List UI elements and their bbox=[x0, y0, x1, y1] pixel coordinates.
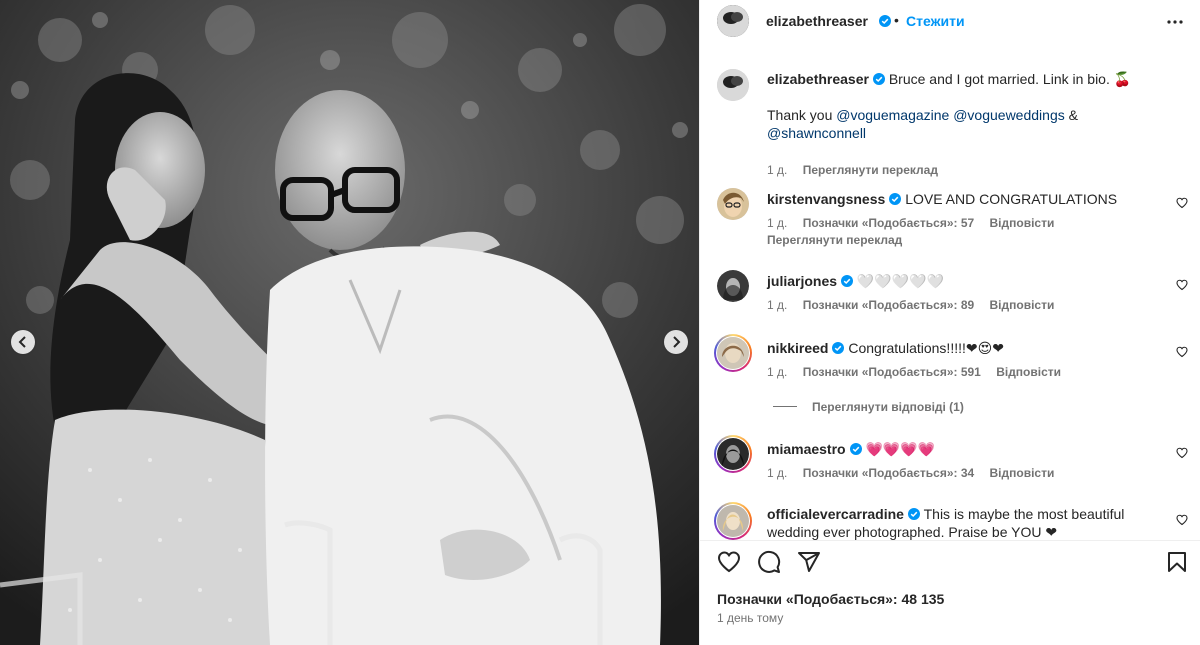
comment-text: Congratulations!!!!!❤😍❤ bbox=[848, 340, 1004, 356]
caption-thanks: Thank you bbox=[767, 107, 833, 123]
caption-meta: 1 д. Переглянути переклад bbox=[767, 163, 938, 177]
mention-vogueweddings[interactable]: @vogueweddings bbox=[953, 107, 1065, 123]
commenter-avatar[interactable] bbox=[717, 438, 749, 470]
verified-icon bbox=[849, 443, 862, 455]
story-ring[interactable] bbox=[714, 435, 752, 473]
story-ring[interactable] bbox=[714, 334, 752, 372]
likes-count[interactable]: Позначки «Подобається»: 48 135 bbox=[717, 591, 944, 607]
view-replies-link[interactable]: Переглянути відповіді (1) bbox=[812, 400, 964, 414]
reply-button[interactable]: Відповісти bbox=[990, 216, 1055, 230]
post-time[interactable]: 1 день тому bbox=[717, 611, 783, 625]
comments-section[interactable]: elizabethreaser Bruce and I got married.… bbox=[700, 55, 1200, 540]
commenter-avatar[interactable] bbox=[717, 188, 749, 220]
author-avatar[interactable] bbox=[717, 5, 749, 37]
author-avatar-small[interactable] bbox=[717, 69, 749, 101]
comment-username[interactable]: juliarjones bbox=[767, 273, 837, 289]
heart-icon[interactable] bbox=[1176, 197, 1188, 209]
comment-likes[interactable]: Позначки «Подобається»: 34 bbox=[803, 466, 974, 480]
heart-icon[interactable] bbox=[1176, 279, 1188, 291]
caption-text: elizabethreaser Bruce and I got married.… bbox=[767, 70, 1159, 142]
heart-icon[interactable] bbox=[1176, 346, 1188, 358]
verified-icon bbox=[841, 275, 854, 287]
replies-divider bbox=[773, 406, 797, 407]
commenter-avatar[interactable] bbox=[717, 270, 749, 302]
caption-time: 1 д. bbox=[767, 163, 788, 177]
post-actions: Позначки «Подобається»: 48 135 1 день то… bbox=[700, 540, 1200, 645]
verified-icon bbox=[872, 73, 885, 85]
comment-time: 1 д. bbox=[767, 365, 788, 379]
comment-icon[interactable] bbox=[757, 550, 781, 574]
comment-text: LOVE AND CONGRATULATIONS bbox=[905, 191, 1118, 207]
comment-text: 💗💗💗💗 bbox=[865, 441, 936, 457]
comment-username[interactable]: officialevercarradine bbox=[767, 506, 904, 522]
comment-username[interactable]: miamaestro bbox=[767, 441, 846, 457]
heart-icon[interactable] bbox=[1176, 447, 1188, 459]
comment-username[interactable]: kirstenvangsness bbox=[767, 191, 885, 207]
commenter-avatar[interactable] bbox=[717, 337, 749, 369]
story-ring[interactable] bbox=[714, 502, 752, 540]
comment-likes[interactable]: Позначки «Подобається»: 57 bbox=[803, 216, 974, 230]
chevron-right-icon bbox=[673, 336, 681, 348]
verified-icon bbox=[889, 193, 902, 205]
more-icon[interactable] bbox=[1165, 12, 1185, 32]
verified-icon bbox=[907, 508, 920, 520]
caption-username[interactable]: elizabethreaser bbox=[767, 71, 869, 87]
commenter-avatar[interactable] bbox=[717, 505, 749, 537]
previous-photo-button[interactable] bbox=[11, 330, 35, 354]
caption-main: Bruce and I got married. Link in bio. 🍒 bbox=[888, 71, 1132, 87]
verified-icon bbox=[879, 15, 891, 27]
post-details-panel: elizabethreaser • Стежити elizabethrease… bbox=[699, 0, 1200, 645]
separator-dot: • bbox=[894, 12, 899, 28]
share-icon[interactable] bbox=[797, 550, 821, 574]
caption-ampersand: & bbox=[1068, 107, 1078, 123]
comment-time: 1 д. bbox=[767, 216, 788, 230]
comment-translate-link[interactable]: Переглянути переклад bbox=[767, 233, 902, 247]
comment-text: 🤍🤍🤍🤍🤍 bbox=[856, 273, 945, 289]
follow-button[interactable]: Стежити bbox=[906, 13, 965, 29]
chevron-left-icon bbox=[18, 336, 26, 348]
comment-time: 1 д. bbox=[767, 466, 788, 480]
comment-username[interactable]: nikkireed bbox=[767, 340, 828, 356]
heart-icon[interactable] bbox=[1176, 514, 1188, 526]
author-username[interactable]: elizabethreaser bbox=[766, 13, 868, 29]
bookmark-icon[interactable] bbox=[1165, 550, 1189, 574]
verified-icon bbox=[832, 342, 845, 354]
reply-button[interactable]: Відповісти bbox=[996, 365, 1061, 379]
comment-likes[interactable]: Позначки «Подобається»: 89 bbox=[803, 298, 974, 312]
next-photo-button[interactable] bbox=[664, 330, 688, 354]
comment-likes[interactable]: Позначки «Подобається»: 591 bbox=[803, 365, 981, 379]
heart-icon[interactable] bbox=[717, 550, 741, 574]
caption-translate-link[interactable]: Переглянути переклад bbox=[803, 163, 938, 177]
mention-shawnconnell[interactable]: @shawnconnell bbox=[767, 125, 866, 141]
reply-button[interactable]: Відповісти bbox=[990, 466, 1055, 480]
wedding-photo bbox=[0, 0, 699, 645]
comment-time: 1 д. bbox=[767, 298, 788, 312]
reply-button[interactable]: Відповісти bbox=[990, 298, 1055, 312]
post-photo bbox=[0, 0, 699, 645]
mention-voguemagazine[interactable]: @voguemagazine bbox=[836, 107, 949, 123]
post-header: elizabethreaser • Стежити bbox=[700, 0, 1200, 44]
